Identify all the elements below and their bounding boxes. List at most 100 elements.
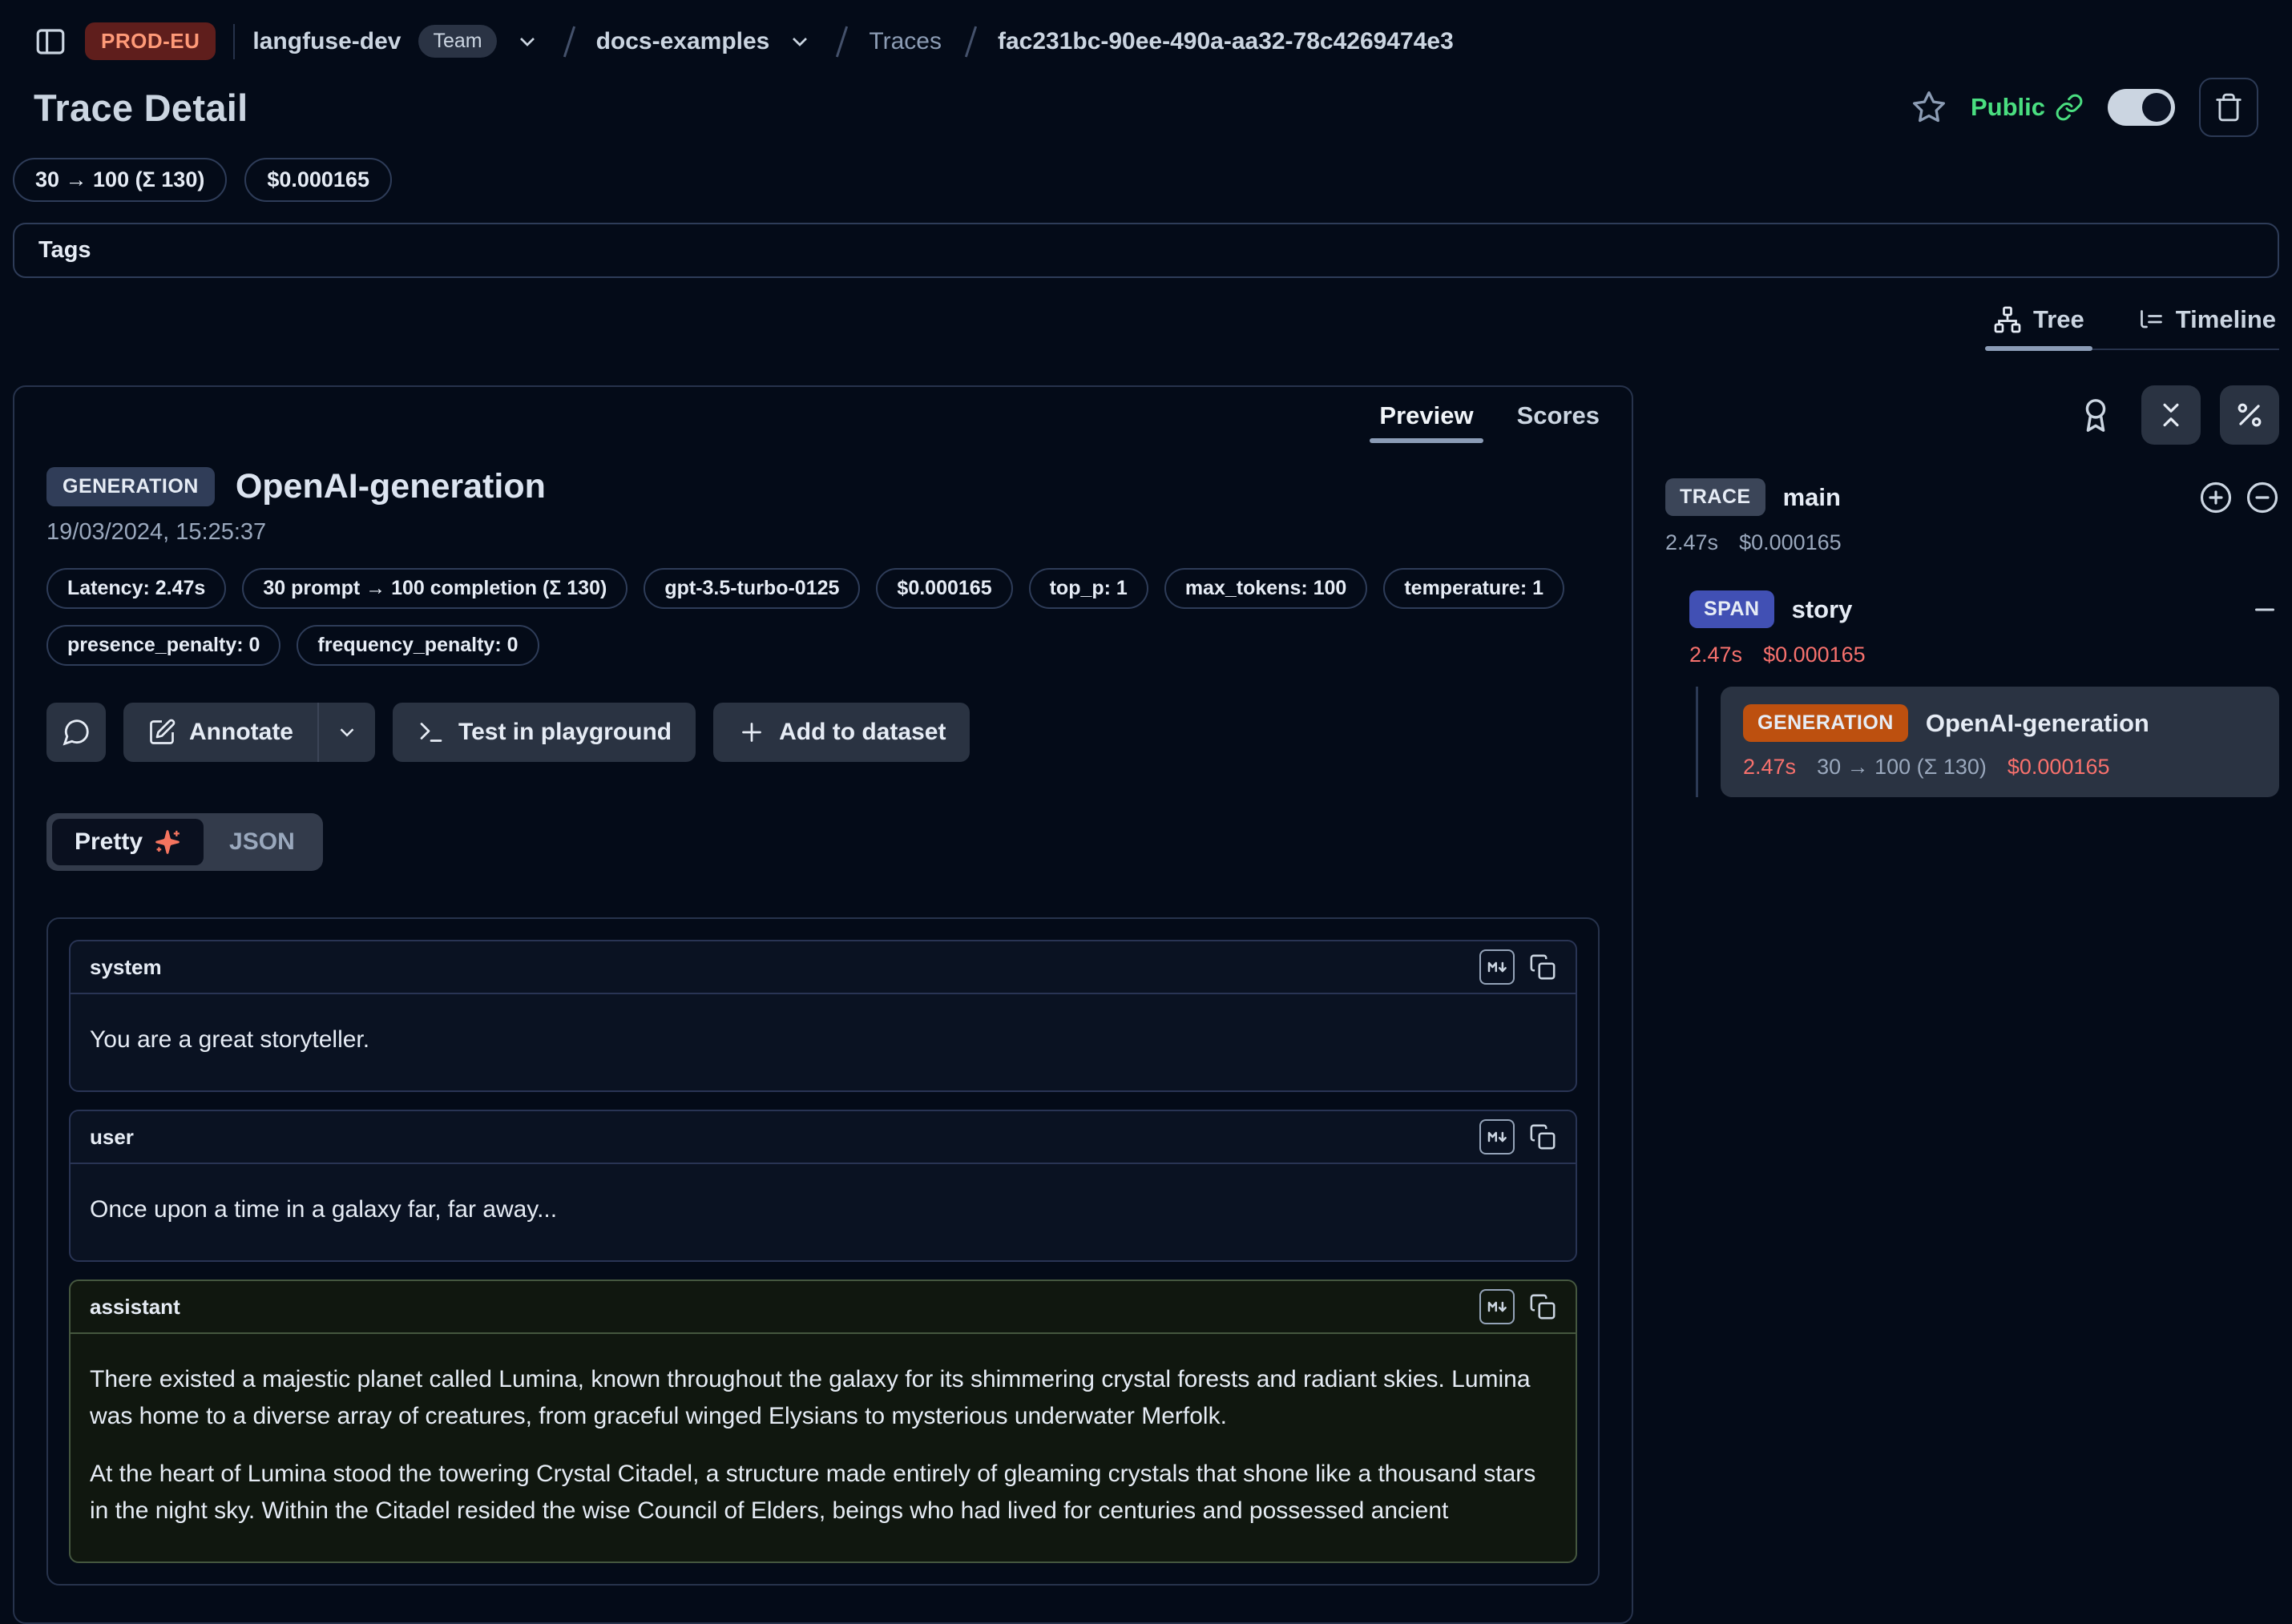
message-paragraph: Once upon a time in a galaxy far, far aw… — [90, 1191, 1556, 1228]
breadcrumb-org[interactable]: langfuse-dev — [252, 28, 401, 55]
breadcrumb-separator — [959, 26, 980, 58]
trace-badge: TRACE — [1665, 478, 1765, 516]
message-paragraph: You are a great storyteller. — [90, 1022, 1556, 1058]
percent-metrics-button[interactable] — [2220, 385, 2279, 445]
tree-icon — [1993, 305, 2022, 334]
tab-timeline-label: Timeline — [2176, 305, 2276, 334]
collapse-node-icon[interactable] — [2250, 595, 2279, 624]
tree-node-span[interactable]: SPAN story 2.47s $0.000165 GENERATION Op… — [1689, 590, 2279, 797]
add-to-dataset-label: Add to dataset — [779, 719, 946, 746]
action-buttons-row: Annotate Test in playground — [46, 703, 1600, 762]
comment-button[interactable] — [46, 703, 106, 762]
generation-tokens: 30 → 100 (Σ 130) — [1817, 755, 1987, 780]
message-paragraph: There existed a majestic planet called L… — [90, 1361, 1556, 1435]
tab-scores[interactable]: Scores — [1517, 401, 1600, 443]
public-link[interactable]: Public — [1971, 93, 2084, 122]
environment-badge[interactable]: PROD-EU — [85, 22, 216, 60]
collapse-panel-button[interactable] — [2141, 385, 2201, 445]
tags-label: Tags — [38, 237, 91, 263]
generation-badge: GENERATION — [1743, 704, 1908, 742]
chevron-down-icon — [335, 720, 359, 744]
generation-latency: 2.47s — [1743, 755, 1796, 780]
messages-container: system You are a great storyteller. — [46, 917, 1600, 1586]
markdown-toggle-icon[interactable] — [1479, 1289, 1515, 1324]
chevrons-collapse-icon — [2156, 400, 2186, 430]
copy-icon[interactable] — [1529, 953, 1556, 981]
panel-left-icon[interactable] — [34, 25, 67, 58]
divider — [233, 24, 235, 59]
tree-node-generation-selected[interactable]: GENERATION OpenAI-generation 2.47s 30 → … — [1721, 687, 2279, 797]
message-header: system — [71, 941, 1576, 994]
format-json-segment[interactable]: JSON — [207, 819, 317, 865]
max-tokens-badge: max_tokens: 100 — [1164, 568, 1368, 609]
frequency-penalty-badge: frequency_penalty: 0 — [297, 625, 539, 666]
copy-icon[interactable] — [1529, 1123, 1556, 1151]
breadcrumb-separator — [830, 26, 851, 58]
comment-icon — [61, 717, 91, 748]
test-in-playground-button[interactable]: Test in playground — [393, 703, 696, 762]
main-content: Preview Scores GENERATION OpenAI-generat… — [0, 350, 2292, 1624]
add-to-dataset-button[interactable]: Add to dataset — [713, 703, 970, 762]
star-icon[interactable] — [1911, 90, 1947, 125]
message-content: You are a great storyteller. — [71, 994, 1576, 1090]
tab-preview[interactable]: Preview — [1379, 401, 1473, 443]
copy-icon[interactable] — [1529, 1293, 1556, 1320]
message-role: user — [90, 1125, 134, 1150]
annotate-label: Annotate — [189, 719, 293, 746]
public-toggle[interactable] — [2108, 89, 2175, 126]
plus-icon — [737, 718, 766, 747]
message-paragraph: At the heart of Lumina stood the towerin… — [90, 1456, 1556, 1529]
annotate-dropdown-button[interactable] — [319, 703, 375, 762]
markdown-toggle-icon[interactable] — [1479, 949, 1515, 985]
annotate-button[interactable]: Annotate — [123, 703, 317, 762]
observation-title: OpenAI-generation — [236, 467, 546, 506]
span-cost: $0.000165 — [1763, 643, 1866, 667]
org-plan-badge: Team — [418, 25, 496, 58]
percent-icon — [2234, 400, 2265, 430]
generation-metrics: 2.47s 30 → 100 (Σ 130) $0.000165 — [1743, 755, 2257, 780]
top-p-badge: top_p: 1 — [1029, 568, 1148, 609]
delete-trace-button[interactable] — [2199, 78, 2258, 137]
message-assistant: assistant There existed a majestic plane… — [69, 1279, 1577, 1563]
terminal-icon — [417, 718, 446, 747]
trace-summary-row: 30 → 100 (Σ 130) $0.000165 — [0, 142, 2292, 202]
trash-icon — [2213, 92, 2244, 123]
observation-meta-badges: Latency: 2.47s 30 prompt → 100 completio… — [46, 568, 1600, 666]
award-icon[interactable] — [2077, 397, 2114, 433]
message-header: user — [71, 1111, 1576, 1164]
detail-tabs: Preview Scores — [14, 387, 1632, 443]
tab-tree[interactable]: Tree — [1990, 300, 2088, 349]
playground-label: Test in playground — [458, 719, 672, 746]
tab-timeline[interactable]: Timeline — [2133, 300, 2279, 349]
span-latency: 2.47s — [1689, 643, 1742, 667]
message-role: system — [90, 955, 162, 980]
markdown-toggle-icon[interactable] — [1479, 1119, 1515, 1155]
chevron-down-icon[interactable] — [514, 29, 540, 54]
breadcrumb-project[interactable]: docs-examples — [596, 28, 770, 55]
format-toggle: Pretty JSON — [46, 813, 323, 871]
observation-timestamp: 19/03/2024, 15:25:37 — [46, 519, 1600, 546]
expand-all-icon[interactable] — [2199, 481, 2233, 514]
tags-container[interactable]: Tags — [13, 223, 2279, 278]
annotate-split-button: Annotate — [123, 703, 375, 762]
chevron-down-icon[interactable] — [787, 29, 813, 54]
latency-badge: Latency: 2.47s — [46, 568, 226, 609]
tree-node-trace[interactable]: TRACE main — [1665, 478, 2279, 516]
breadcrumb-traces[interactable]: Traces — [869, 28, 942, 55]
trace-latency: 2.47s — [1665, 530, 1718, 555]
cost-badge: $0.000165 — [876, 568, 1012, 609]
collapse-all-icon[interactable] — [2246, 481, 2279, 514]
sparkles-icon — [154, 828, 181, 856]
breadcrumb-trace-id: fac231bc-90ee-490a-aa32-78c4269474e3 — [998, 28, 1454, 55]
model-badge[interactable]: gpt-3.5-turbo-0125 — [644, 568, 860, 609]
message-content: Once upon a time in a galaxy far, far aw… — [71, 1164, 1576, 1260]
format-pretty-segment[interactable]: Pretty — [52, 819, 204, 865]
message-content: There existed a majestic planet called L… — [71, 1334, 1576, 1562]
generation-cost: $0.000165 — [2008, 755, 2110, 780]
cost-badge: $0.000165 — [244, 158, 392, 202]
pretty-label: Pretty — [75, 828, 143, 856]
observation-type-badge: GENERATION — [46, 467, 215, 506]
breadcrumb-separator — [558, 26, 579, 58]
span-metrics: 2.47s $0.000165 — [1689, 643, 2279, 667]
presence-penalty-badge: presence_penalty: 0 — [46, 625, 280, 666]
